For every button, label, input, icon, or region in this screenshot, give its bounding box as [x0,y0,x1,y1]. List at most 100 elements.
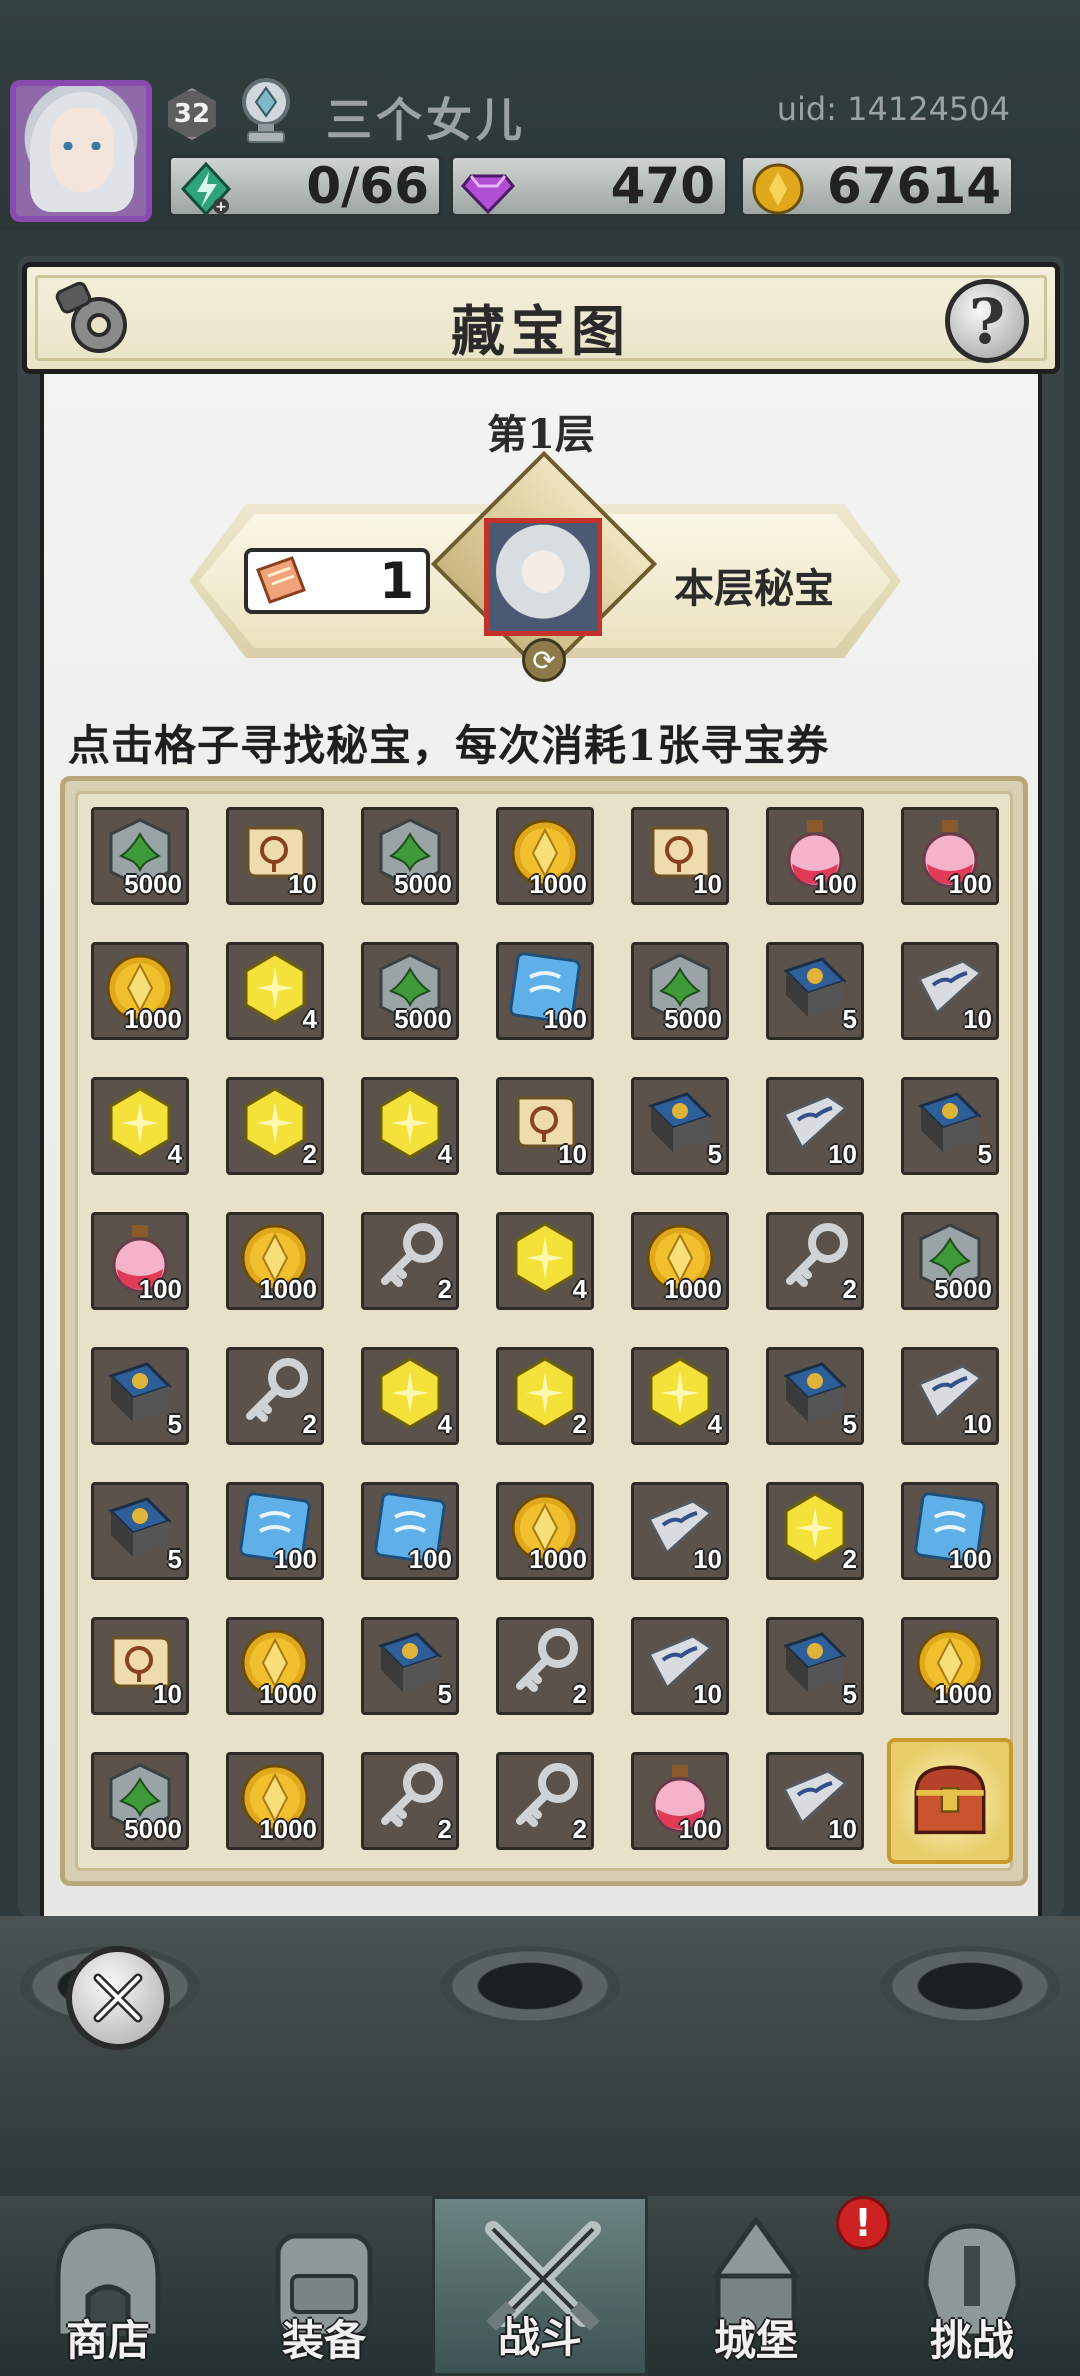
grid-cell[interactable]: 10 [226,807,324,905]
item-quantity: 10 [828,1814,857,1844]
energy-counter[interactable]: + 0/66 [168,155,442,217]
spellbook-icon [643,1086,717,1160]
grid-cell[interactable]: 2 [496,1617,594,1715]
nav-item[interactable]: 城堡 [648,2196,864,2376]
grid-cell[interactable]: 5000 [91,1752,189,1850]
item-quantity: 100 [273,1544,317,1574]
trophy-icon[interactable] [236,76,296,146]
gear-icon[interactable] [53,279,137,363]
grid-cell[interactable]: 10 [766,1077,864,1175]
spellbook-icon [103,1491,177,1565]
grid-cell[interactable]: 1000 [901,1617,999,1715]
grid-cell[interactable]: 100 [361,1482,459,1580]
grid-cell[interactable]: 5 [631,1077,729,1175]
grid-cell[interactable]: 1000 [496,807,594,905]
grid-cell[interactable]: 5000 [361,807,459,905]
grid-cell[interactable]: 2 [361,1752,459,1850]
dialog-body: 第1层 1 ⟳ 本层秘宝 点击格子寻找秘宝，每次消耗1张寻宝券 5000 10 50… [40,374,1042,1916]
item-quantity: 10 [828,1139,857,1169]
gem-counter[interactable]: 470 [450,155,728,217]
grid-cell[interactable]: 1000 [91,942,189,1040]
grid-cell[interactable]: 5 [361,1617,459,1715]
grid-cell[interactable]: 100 [496,942,594,1040]
grid-cell[interactable]: 100 [766,807,864,905]
item-quantity: 2 [572,1814,587,1844]
item-quantity: 5000 [124,869,182,899]
grid-cell[interactable]: 100 [901,1482,999,1580]
treasure-chest-cell[interactable] [887,1738,1013,1864]
nav-item[interactable]: 商店 [0,2196,216,2376]
grid-cell[interactable]: 2 [226,1077,324,1175]
level-badge: 32 [168,88,216,140]
grid-cell[interactable]: 100 [631,1752,729,1850]
grid-cell[interactable]: 4 [631,1347,729,1445]
grid-cell[interactable]: 1000 [226,1752,324,1850]
item-quantity: 5000 [394,1004,452,1034]
grid-cell[interactable]: 100 [91,1212,189,1310]
grid-cell[interactable]: 2 [226,1347,324,1445]
grid-cell[interactable]: 100 [226,1482,324,1580]
grid-cell[interactable]: 10 [91,1617,189,1715]
item-quantity: 4 [437,1139,452,1169]
grid-cell[interactable]: 1000 [226,1212,324,1310]
gold-value: 67614 [827,157,1001,215]
grid-cell[interactable]: 10 [901,1347,999,1445]
avatar-eyes [60,142,104,150]
grid-cell[interactable]: 1000 [631,1212,729,1310]
grid-cell[interactable]: 5 [766,942,864,1040]
grid-cell[interactable]: 10 [766,1752,864,1850]
key-icon [373,1761,447,1835]
item-quantity: 10 [963,1004,992,1034]
grid-cell[interactable]: 4 [91,1077,189,1175]
player-name: 三个女儿 [326,93,526,147]
grid-cell[interactable]: 5 [91,1347,189,1445]
gold-counter[interactable]: 67614 [740,155,1014,217]
grid-cell[interactable]: 1000 [226,1617,324,1715]
grid-cell[interactable]: 5000 [361,942,459,1040]
grid-cell[interactable]: 4 [496,1212,594,1310]
nav-item[interactable]: 装备 [216,2196,432,2376]
close-button[interactable] [66,1946,170,2050]
item-quantity: 10 [558,1139,587,1169]
grid-cell[interactable]: 10 [631,1617,729,1715]
grid-cell[interactable]: 5 [901,1077,999,1175]
nav-item[interactable]: 战斗 [432,2196,648,2376]
grid-cell[interactable]: 10 [901,942,999,1040]
grid-cell[interactable]: 100 [901,807,999,905]
grid-cell[interactable]: 2 [361,1212,459,1310]
grid-cell[interactable]: 2 [496,1347,594,1445]
grid-cell[interactable]: 10 [631,807,729,905]
grid-cell[interactable]: 5 [766,1347,864,1445]
grid-cell[interactable]: 4 [361,1347,459,1445]
grid-cell[interactable]: 4 [226,942,324,1040]
grid-cell[interactable]: 2 [496,1752,594,1850]
grid-cell[interactable]: 5 [766,1617,864,1715]
grid-cell[interactable]: 4 [361,1077,459,1175]
grid-cell[interactable]: 10 [631,1482,729,1580]
grid-cell[interactable]: 2 [766,1482,864,1580]
nav-item[interactable]: 挑战 [864,2196,1080,2376]
player-avatar[interactable] [10,80,152,222]
treasure-grid: 5000 10 5000 1000 10 100 100 1000 4 5000 100 5000 5 1… [91,807,1013,1864]
item-quantity: 5 [842,1409,857,1439]
grid-cell[interactable]: 1000 [496,1482,594,1580]
item-quantity: 5 [167,1409,182,1439]
nav-label: 商店 [65,2316,150,2365]
grid-cell[interactable]: 2 [766,1212,864,1310]
grid-cell[interactable]: 5000 [631,942,729,1040]
item-quantity: 10 [288,869,317,899]
item-quantity: 4 [572,1274,587,1304]
grid-cell[interactable]: 5000 [901,1212,999,1310]
item-quantity: 10 [693,869,722,899]
spellbook-icon [778,1356,852,1430]
item-quantity: 1000 [934,1679,992,1709]
swap-button[interactable]: ⟳ [522,638,566,682]
stage-pipe [880,1946,1060,2026]
floor-treasure-portrait[interactable] [484,518,602,636]
grid-cell[interactable]: 5000 [91,807,189,905]
yellow-crystal-icon [103,1086,177,1160]
grid-cell[interactable]: 10 [496,1077,594,1175]
grid-cell[interactable]: 5 [91,1482,189,1580]
help-button[interactable]: ? [945,279,1029,363]
key-icon [778,1221,852,1295]
